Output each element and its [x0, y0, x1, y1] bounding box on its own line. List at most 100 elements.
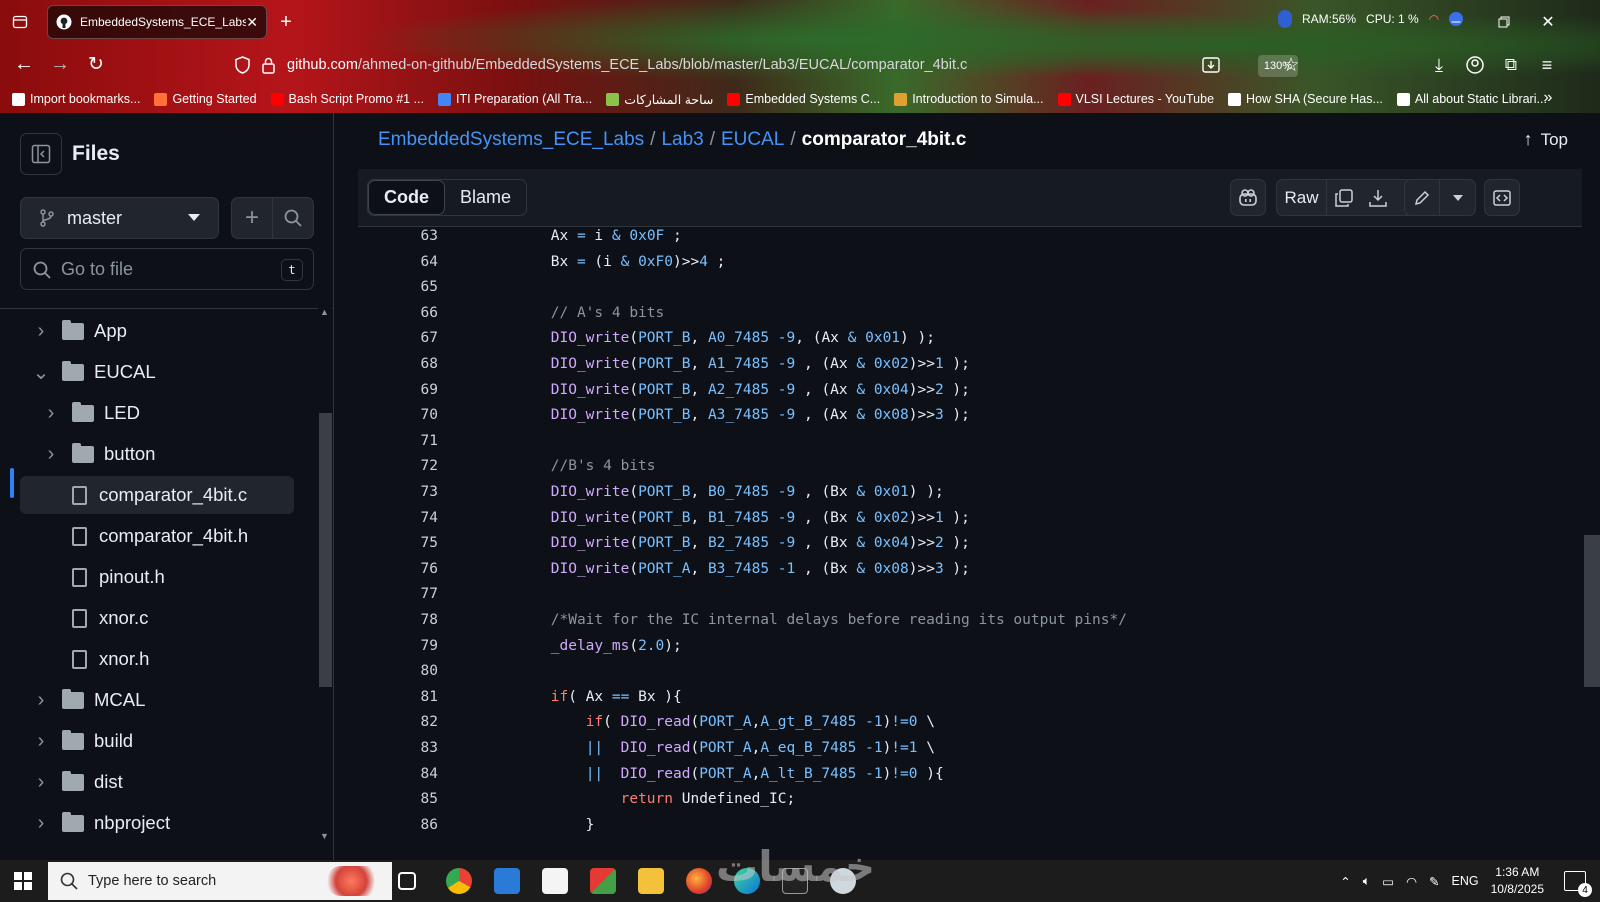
- clock[interactable]: 1:36 AM 10/8/2025: [1491, 864, 1544, 898]
- breadcrumb-repo[interactable]: EmbeddedSystems_ECE_Labs: [378, 129, 644, 151]
- file-explorer-icon[interactable]: [638, 868, 664, 894]
- code-view: 63 Ax = i & 0x0F ; 64 Bx = (i & 0xF0)>>4 …: [358, 228, 1586, 860]
- tree-folder-mcal[interactable]: › MCAL: [0, 681, 300, 719]
- bookmark-item[interactable]: Introduction to Simula...: [894, 92, 1044, 106]
- bookmark-label: All about Static Librari...: [1414, 92, 1547, 106]
- breadcrumb-eucal[interactable]: EUCAL: [721, 129, 784, 151]
- battery-icon[interactable]: ▭: [1382, 874, 1394, 889]
- add-file-button[interactable]: +: [232, 198, 273, 238]
- search-button[interactable]: [273, 198, 313, 238]
- tab-close-icon[interactable]: ✕: [246, 14, 258, 31]
- bookmark-star-icon[interactable]: ☆: [1280, 54, 1302, 76]
- scroll-down-icon[interactable]: ▼: [320, 831, 329, 841]
- windows-start-icon[interactable]: [14, 872, 32, 895]
- chevron-right-icon: ›: [37, 770, 45, 793]
- branch-selector[interactable]: master: [20, 197, 219, 239]
- reader-mode-icon[interactable]: [1200, 54, 1222, 76]
- top-button[interactable]: ↑ Top: [1524, 129, 1568, 150]
- address-bar[interactable]: github.com/ahmed-on-github/EmbeddedSyste…: [287, 50, 1187, 80]
- network-icon[interactable]: ◠: [1406, 874, 1417, 889]
- forward-icon[interactable]: →: [48, 52, 72, 76]
- tab-list-icon[interactable]: [10, 12, 30, 32]
- bookmark-favicon-icon: [12, 92, 25, 106]
- chevron-up-icon[interactable]: ⌃: [1340, 874, 1350, 889]
- copy-icon[interactable]: [1327, 188, 1361, 207]
- tree-folder-app[interactable]: › App: [0, 312, 300, 350]
- scroll-up-icon[interactable]: ▲: [320, 307, 329, 317]
- tab-blame[interactable]: Blame: [445, 180, 526, 215]
- extensions-icon[interactable]: ⧉: [1500, 54, 1522, 76]
- menu-icon[interactable]: ≡: [1536, 54, 1558, 76]
- tree-folder-dist[interactable]: › dist: [0, 763, 300, 801]
- tree-file-item[interactable]: xnor.h: [0, 640, 300, 678]
- office-icon[interactable]: [590, 868, 616, 894]
- bookmark-label: Embedded Systems C...: [745, 92, 881, 106]
- tree-folder-button[interactable]: › button: [0, 435, 300, 473]
- language-indicator[interactable]: ENG: [1452, 874, 1479, 888]
- tree-folder-nbproject[interactable]: › nbproject: [0, 804, 300, 842]
- restore-icon[interactable]: [1494, 12, 1514, 32]
- mail-icon[interactable]: [542, 868, 568, 894]
- bookmark-item[interactable]: Embedded Systems C...: [727, 92, 880, 106]
- pencil-icon[interactable]: [1405, 180, 1441, 215]
- notifications-icon[interactable]: 4: [1564, 871, 1592, 897]
- bookmarks-bar: Import bookmarks... Getting Started Bash S…: [0, 86, 1600, 112]
- shield-icon[interactable]: [232, 54, 252, 76]
- firefox-icon[interactable]: [686, 868, 712, 894]
- bookmark-label: VLSI Lectures - YouTube: [1075, 92, 1215, 106]
- bookmark-item[interactable]: Getting Started: [154, 92, 257, 106]
- tree-folder-led[interactable]: › LED: [0, 394, 300, 432]
- plus-icon: +: [244, 204, 259, 231]
- tree-folder-build[interactable]: › build: [0, 722, 300, 760]
- bookmark-item[interactable]: Import bookmarks...: [12, 92, 140, 106]
- minimize-icon[interactable]: –: [1446, 12, 1466, 32]
- bookmark-label: How SHA (Secure Has...: [1246, 92, 1383, 106]
- bookmark-favicon-icon: [606, 92, 620, 106]
- tree-file-item[interactable]: comparator_4bit.c: [20, 476, 294, 514]
- close-window-icon[interactable]: ✕: [1538, 12, 1558, 32]
- symbols-button[interactable]: [1484, 179, 1520, 216]
- code-line: || DIO_read(PORT_A,A_eq_B_7485 -1)!=1 \: [585, 740, 935, 756]
- bookmark-item[interactable]: Bash Script Promo #1 ...: [270, 92, 425, 106]
- raw-button[interactable]: Raw: [1277, 180, 1327, 215]
- bookmark-item[interactable]: ITI Preparation (All Tra...: [438, 92, 592, 106]
- browser-tab-active[interactable]: EmbeddedSystems_ECE_Labs/L ✕: [47, 5, 267, 39]
- task-view-icon[interactable]: [398, 872, 416, 890]
- new-tab-icon[interactable]: +: [276, 10, 296, 34]
- taskbar-search-input[interactable]: Type here to search: [48, 862, 392, 900]
- tree-file-item[interactable]: comparator_4bit.h: [0, 517, 300, 555]
- code-scrollbar[interactable]: [1582, 113, 1600, 860]
- tree-file-item[interactable]: pinout.h: [0, 558, 300, 596]
- volume-icon[interactable]: 🔈︎: [1363, 874, 1371, 889]
- lock-icon[interactable]: [259, 54, 277, 76]
- chevron-down-icon[interactable]: [1440, 194, 1475, 201]
- more-bookmarks-icon[interactable]: »: [1538, 88, 1558, 108]
- sidebar-header: Files: [20, 133, 120, 175]
- breadcrumb-lab3[interactable]: Lab3: [661, 129, 703, 151]
- code-line: DIO_write(PORT_A, B3_7485 -1 , (Bx & 0x0…: [550, 560, 970, 577]
- line-number: 71: [420, 432, 438, 449]
- collapse-sidebar-button[interactable]: [20, 133, 62, 175]
- copilot-button[interactable]: [1230, 179, 1266, 216]
- go-to-file-input[interactable]: Go to file t: [20, 248, 314, 290]
- search-icon: [60, 872, 78, 890]
- back-icon[interactable]: ←: [12, 52, 36, 76]
- downloads-icon[interactable]: ⤓: [1428, 54, 1450, 76]
- bookmark-item[interactable]: All about Static Librari...: [1396, 92, 1547, 106]
- bookmark-label: Bash Script Promo #1 ...: [288, 92, 425, 106]
- account-icon[interactable]: [1464, 54, 1486, 76]
- store-icon[interactable]: [494, 868, 520, 894]
- sidebar-scrollbar-thumb[interactable]: [319, 413, 332, 687]
- bookmark-item[interactable]: VLSI Lectures - YouTube: [1057, 92, 1215, 106]
- reload-icon[interactable]: ↻: [84, 52, 108, 76]
- bookmark-item[interactable]: How SHA (Secure Has...: [1228, 92, 1383, 106]
- pen-icon[interactable]: ✎: [1429, 874, 1439, 889]
- code-scrollbar-thumb[interactable]: [1584, 535, 1600, 687]
- tab-code[interactable]: Code: [368, 180, 445, 215]
- bookmark-item[interactable]: ساحة المشاركات: [606, 92, 713, 107]
- tree-file-item[interactable]: xnor.c: [0, 599, 300, 637]
- download-icon[interactable]: [1361, 189, 1395, 207]
- chrome-icon[interactable]: [446, 868, 472, 894]
- line-number: 86: [420, 816, 438, 833]
- tree-folder-eucal[interactable]: ⌄ EUCAL: [0, 353, 300, 391]
